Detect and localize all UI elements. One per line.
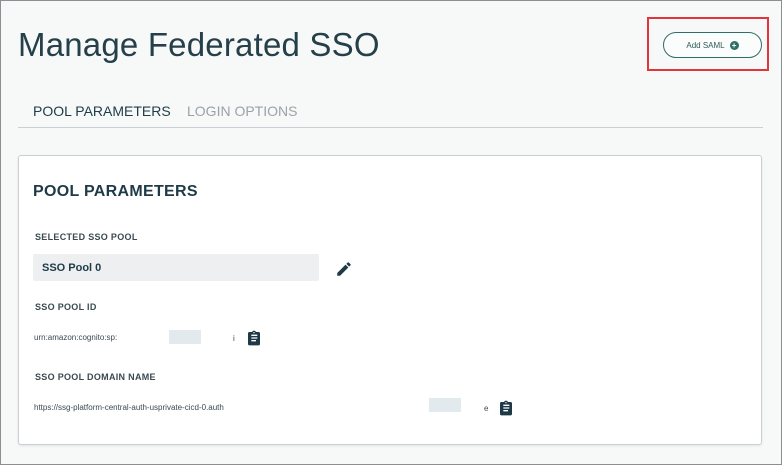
domain-suffix: e — [484, 404, 489, 413]
sso-pool-id-value: urn:amazon:cognito:sp: — [34, 333, 118, 342]
sso-pool-select[interactable]: SSO Pool 0 — [33, 254, 319, 281]
pool-parameters-card: POOL PARAMETERS SELECTED SSO POOL SSO Po… — [18, 155, 762, 445]
sso-pool-id-label: SSO POOL ID — [35, 302, 97, 312]
add-saml-label: Add SAML — [686, 40, 725, 50]
tab-bar: POOL PARAMETERS LOGIN OPTIONS — [18, 96, 763, 128]
page-title: Manage Federated SSO — [18, 26, 380, 63]
sso-pool-domain-value: https://ssg-platform-central-auth-uspriv… — [34, 403, 224, 412]
add-saml-button[interactable]: Add SAML + — [663, 32, 762, 58]
tab-pool-parameters[interactable]: POOL PARAMETERS — [33, 103, 171, 119]
card-title: POOL PARAMETERS — [33, 183, 198, 200]
clipboard-copy-icon[interactable] — [246, 329, 262, 352]
tab-login-options[interactable]: LOGIN OPTIONS — [187, 103, 297, 119]
redacted-block — [429, 398, 461, 412]
sso-pool-domain-label: SSO POOL DOMAIN NAME — [35, 372, 156, 382]
selected-sso-pool-label: SELECTED SSO POOL — [35, 232, 138, 242]
clipboard-copy-icon[interactable] — [498, 399, 514, 422]
redacted-block — [169, 330, 201, 344]
plus-circle-icon: + — [729, 40, 739, 50]
pool-id-suffix: i — [233, 334, 235, 343]
edit-pencil-icon[interactable] — [335, 260, 353, 283]
